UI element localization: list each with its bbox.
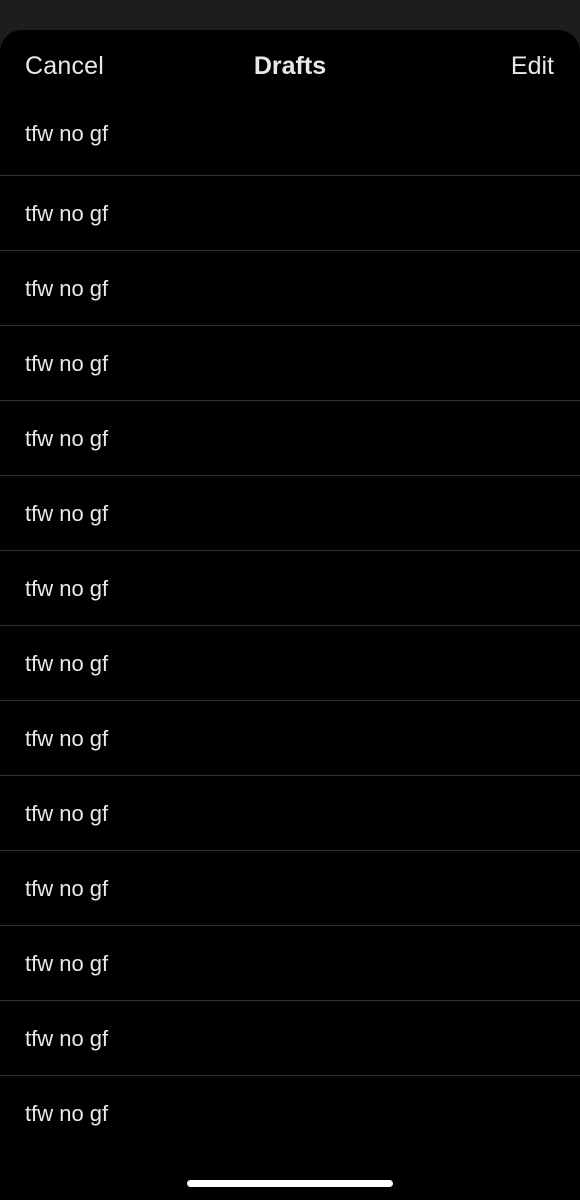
drafts-sheet: Cancel Drafts Edit tfw no gf tfw no gf t… — [0, 30, 580, 1200]
list-item[interactable]: tfw no gf — [0, 701, 580, 776]
page-title: Drafts — [253, 52, 327, 80]
list-item[interactable]: tfw no gf — [0, 626, 580, 701]
draft-text: tfw no gf — [25, 951, 109, 976]
list-item[interactable]: tfw no gf — [0, 851, 580, 926]
edit-button[interactable]: Edit — [511, 52, 554, 81]
draft-text: tfw no gf — [25, 1101, 109, 1126]
list-item[interactable]: tfw no gf — [0, 251, 580, 326]
draft-text: tfw no gf — [25, 501, 109, 526]
draft-text: tfw no gf — [25, 351, 109, 376]
draft-text: tfw no gf — [25, 1026, 109, 1051]
draft-text: tfw no gf — [25, 121, 109, 146]
draft-text: tfw no gf — [25, 276, 109, 301]
draft-text: tfw no gf — [25, 426, 109, 451]
list-item[interactable]: tfw no gf — [0, 326, 580, 401]
list-item[interactable]: tfw no gf — [0, 926, 580, 1001]
list-item[interactable]: tfw no gf — [0, 476, 580, 551]
list-item[interactable]: tfw no gf — [0, 1001, 580, 1076]
draft-list: tfw no gf tfw no gf tfw no gf tfw no gf … — [0, 95, 580, 1151]
list-item[interactable]: tfw no gf — [0, 551, 580, 626]
list-item[interactable]: tfw no gf — [0, 401, 580, 476]
draft-text: tfw no gf — [25, 876, 109, 901]
draft-text: tfw no gf — [25, 576, 109, 601]
list-item[interactable]: tfw no gf — [0, 1076, 580, 1151]
draft-text: tfw no gf — [25, 201, 109, 226]
draft-text: tfw no gf — [25, 651, 109, 676]
draft-text: tfw no gf — [25, 726, 109, 751]
nav-bar: Cancel Drafts Edit — [0, 30, 580, 105]
list-item[interactable]: tfw no gf — [0, 95, 580, 176]
list-item[interactable]: tfw no gf — [0, 176, 580, 251]
list-item[interactable]: tfw no gf — [0, 776, 580, 851]
home-indicator[interactable] — [187, 1180, 393, 1187]
draft-text: tfw no gf — [25, 801, 109, 826]
backdrop — [0, 0, 580, 30]
